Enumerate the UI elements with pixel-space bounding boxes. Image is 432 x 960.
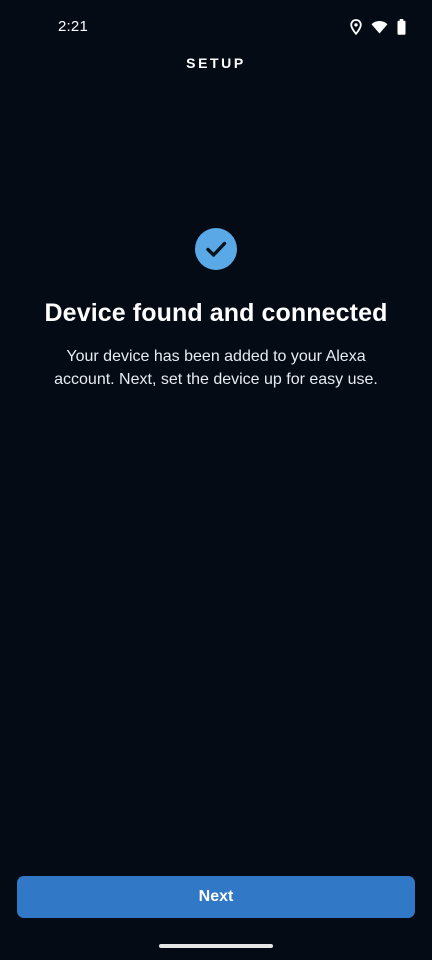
setup-screen: 2:21 SETUP Device found and connected Yo…: [0, 0, 432, 960]
success-headline: Device found and connected: [44, 299, 388, 327]
status-time: 2:21: [58, 18, 88, 35]
success-description: Your device has been added to your Alexa…: [54, 348, 378, 388]
checkmark-circle-icon: [195, 228, 237, 270]
status-bar: 2:21: [0, 0, 432, 54]
next-button[interactable]: Next: [17, 876, 415, 918]
checkmark-icon: [206, 241, 227, 257]
wifi-icon: [371, 20, 388, 34]
status-icons: [350, 18, 406, 36]
page-title: SETUP: [186, 55, 246, 71]
location-icon: [350, 19, 362, 35]
battery-icon: [397, 19, 406, 35]
home-indicator[interactable]: [159, 944, 273, 948]
